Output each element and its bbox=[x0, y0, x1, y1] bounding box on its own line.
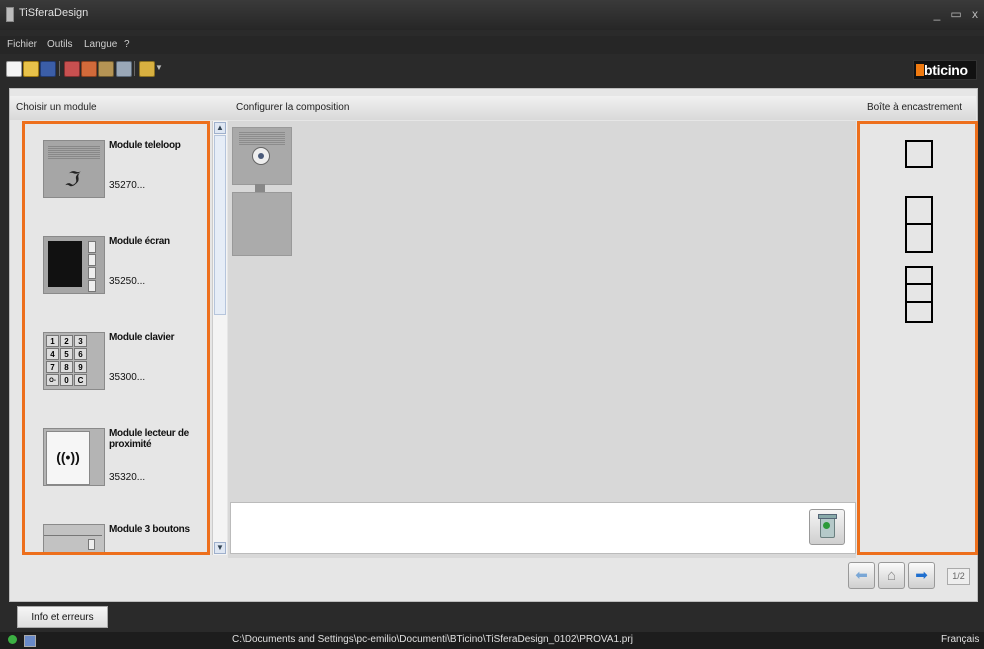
toolbar-separator bbox=[59, 61, 60, 76]
import-icon[interactable] bbox=[64, 61, 80, 77]
column-header-band bbox=[10, 96, 976, 120]
status-save-icon bbox=[24, 635, 36, 647]
module-name: Module teleloop bbox=[109, 140, 181, 151]
module-ecran[interactable]: Module écran 35250... bbox=[39, 226, 207, 326]
keypad-key: C bbox=[74, 374, 87, 386]
toolbar: ▼ bbox=[0, 56, 984, 82]
module-ecran-image bbox=[43, 236, 105, 294]
minimize-button[interactable]: _ bbox=[928, 5, 946, 23]
language-indicator: Français bbox=[941, 634, 980, 645]
scroll-up-icon[interactable]: ▲ bbox=[214, 122, 226, 134]
new-file-icon[interactable] bbox=[6, 61, 22, 77]
module-3-boutons-image bbox=[43, 524, 105, 552]
status-bar: C:\Documents and Settings\pc-emilio\Docu… bbox=[0, 632, 984, 649]
scroll-down-icon[interactable]: ▼ bbox=[214, 542, 226, 554]
module-name: Module écran bbox=[109, 236, 170, 247]
forward-arrow-icon[interactable]: ➡ bbox=[908, 562, 935, 589]
home-icon[interactable]: ⌂ bbox=[878, 562, 905, 589]
module-name: Module clavier bbox=[109, 332, 175, 343]
module-teleloop-image: ℑ bbox=[43, 140, 105, 198]
logo-text: bticino bbox=[924, 62, 968, 78]
info-errors-button[interactable]: Info et erreurs bbox=[17, 606, 108, 628]
module-code: 35270... bbox=[109, 180, 146, 191]
window-title: TiSferaDesign bbox=[19, 7, 89, 19]
composition-canvas[interactable] bbox=[228, 121, 856, 558]
keypad-key: 8 bbox=[60, 361, 73, 373]
module-list-scrollbar[interactable]: ▲ ▼ bbox=[212, 121, 227, 555]
composition-blank-module[interactable] bbox=[232, 192, 292, 256]
module-3-boutons[interactable]: Module 3 boutons bbox=[39, 514, 207, 552]
scroll-thumb[interactable] bbox=[214, 135, 226, 315]
mounting-box-3-modules[interactable] bbox=[905, 266, 933, 323]
module-lecteur-proximite[interactable]: ((•)) Module lecteur de proximité 35320.… bbox=[39, 418, 207, 518]
mounting-box-2-modules[interactable] bbox=[905, 196, 933, 253]
keypad-key: 9 bbox=[74, 361, 87, 373]
bticino-logo: bticino bbox=[913, 60, 977, 80]
print-icon[interactable] bbox=[116, 61, 132, 77]
close-button[interactable]: x bbox=[966, 5, 984, 23]
module-lecteur-image: ((•)) bbox=[43, 428, 105, 486]
mounting-box-1-module[interactable] bbox=[905, 140, 933, 168]
tools-icon[interactable] bbox=[98, 61, 114, 77]
menu-help[interactable]: ? bbox=[124, 39, 130, 50]
keypad-key: 3 bbox=[74, 335, 87, 347]
center-column-title: Configurer la composition bbox=[236, 102, 350, 113]
module-code: 35300... bbox=[109, 372, 146, 383]
module-clavier[interactable]: 1 2 3 4 5 6 7 8 9 O- 0 C Module clavier … bbox=[39, 322, 207, 422]
toolbar-separator bbox=[134, 61, 135, 76]
menu-fichier[interactable]: Fichier bbox=[7, 39, 37, 50]
proximity-icon: ((•)) bbox=[56, 449, 80, 465]
speaker-grille bbox=[239, 131, 285, 145]
menu-bar: Fichier Outils Langue ? bbox=[0, 36, 984, 54]
camera-lens-icon bbox=[252, 147, 270, 165]
module-teleloop[interactable]: ℑ Module teleloop 35270... bbox=[39, 130, 207, 230]
module-list: ℑ Module teleloop 35270... Module écran … bbox=[22, 121, 210, 555]
keypad-key: 5 bbox=[60, 348, 73, 360]
menu-langue[interactable]: Langue bbox=[84, 39, 117, 50]
keypad-key: 1 bbox=[46, 335, 59, 347]
mounting-box-panel bbox=[857, 121, 978, 555]
left-column-title: Choisir un module bbox=[16, 102, 97, 113]
keypad-key: 7 bbox=[46, 361, 59, 373]
keypad-key: 6 bbox=[74, 348, 87, 360]
dropdown-arrow-icon[interactable]: ▼ bbox=[155, 63, 163, 72]
title-bar: TiSferaDesign _ ▭ x bbox=[0, 0, 984, 30]
maximize-button[interactable]: ▭ bbox=[947, 5, 965, 23]
export-icon[interactable] bbox=[81, 61, 97, 77]
keypad-key: 2 bbox=[60, 335, 73, 347]
module-clavier-image: 1 2 3 4 5 6 7 8 9 O- 0 C bbox=[43, 332, 105, 390]
module-code: 35320... bbox=[109, 472, 146, 483]
trash-icon[interactable] bbox=[809, 509, 845, 545]
keypad-key: 4 bbox=[46, 348, 59, 360]
module-code: 35250... bbox=[109, 276, 146, 287]
language-icon[interactable] bbox=[139, 61, 155, 77]
page-indicator: 1/2 bbox=[947, 568, 970, 585]
logo-mark bbox=[916, 64, 924, 76]
composition-camera-module[interactable] bbox=[232, 127, 292, 185]
keypad-key: 0 bbox=[60, 374, 73, 386]
status-ok-icon bbox=[8, 635, 17, 644]
keypad-key: O- bbox=[46, 374, 59, 386]
right-column-title: Boîte à encastrement bbox=[867, 102, 963, 113]
trash-drop-area[interactable] bbox=[230, 502, 856, 554]
ear-icon: ℑ bbox=[64, 169, 78, 191]
open-folder-icon[interactable] bbox=[23, 61, 39, 77]
module-name: Module 3 boutons bbox=[109, 524, 190, 535]
module-name: Module lecteur de proximité bbox=[109, 428, 189, 450]
module-connector bbox=[255, 184, 265, 192]
back-arrow-icon[interactable]: ⬅ bbox=[848, 562, 875, 589]
menu-outils[interactable]: Outils bbox=[47, 39, 73, 50]
save-icon[interactable] bbox=[40, 61, 56, 77]
app-icon bbox=[6, 7, 14, 22]
project-path: C:\Documents and Settings\pc-emilio\Docu… bbox=[232, 634, 633, 645]
